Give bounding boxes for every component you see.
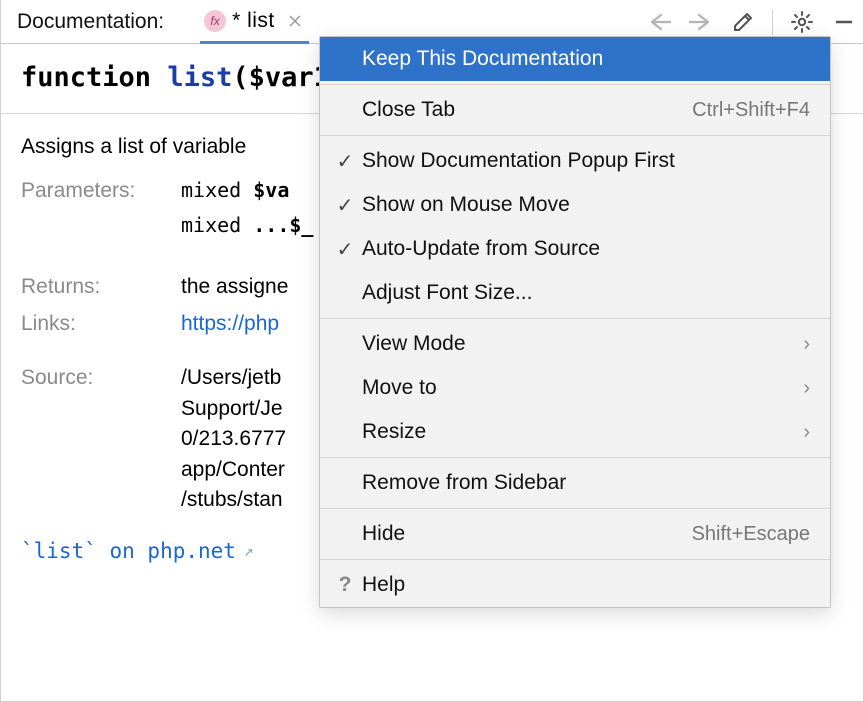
- gear-icon[interactable]: [789, 9, 815, 35]
- nav-back-icon[interactable]: [646, 9, 672, 35]
- menu-remove-sidebar[interactable]: Remove from Sidebar: [320, 461, 830, 505]
- doc-link[interactable]: https://php: [181, 312, 279, 335]
- context-menu: Keep This Documentation Close Tab Ctrl+S…: [319, 36, 831, 608]
- menu-hide[interactable]: Hide Shift+Escape: [320, 512, 830, 556]
- menu-separator: [320, 508, 830, 509]
- tab-title: * list: [232, 9, 275, 33]
- menu-keep-doc[interactable]: Keep This Documentation: [320, 37, 830, 81]
- help-icon: ?: [330, 573, 360, 597]
- source-label: Source:: [21, 363, 181, 515]
- menu-separator: [320, 84, 830, 85]
- menu-help[interactable]: ? Help: [320, 563, 830, 607]
- close-tab-icon[interactable]: [287, 13, 303, 29]
- menu-separator: [320, 457, 830, 458]
- separator: [772, 9, 773, 35]
- menu-separator: [320, 318, 830, 319]
- external-link-icon: ↗: [244, 539, 254, 562]
- params-label: Parameters:: [21, 176, 181, 240]
- menu-show-on-mouse[interactable]: ✓ Show on Mouse Move: [320, 183, 830, 227]
- nav-forward-icon[interactable]: [688, 9, 714, 35]
- chevron-right-icon: ›: [793, 421, 810, 444]
- menu-show-popup-first[interactable]: ✓ Show Documentation Popup First: [320, 139, 830, 183]
- function-icon: fx: [204, 10, 226, 32]
- links-label: Links:: [21, 309, 181, 339]
- chevron-right-icon: ›: [793, 377, 810, 400]
- header-actions: [646, 9, 857, 35]
- external-link[interactable]: `list` on php.net ↗: [21, 536, 254, 566]
- panel-title: Documentation:: [17, 10, 164, 34]
- menu-adjust-font[interactable]: Adjust Font Size...: [320, 271, 830, 315]
- menu-close-tab[interactable]: Close Tab Ctrl+Shift+F4: [320, 88, 830, 132]
- menu-resize[interactable]: Resize ›: [320, 410, 830, 454]
- menu-move-to[interactable]: Move to ›: [320, 366, 830, 410]
- edit-icon[interactable]: [730, 9, 756, 35]
- chevron-right-icon: ›: [793, 333, 810, 356]
- menu-auto-update[interactable]: ✓ Auto-Update from Source: [320, 227, 830, 271]
- menu-view-mode[interactable]: View Mode ›: [320, 322, 830, 366]
- menu-separator: [320, 135, 830, 136]
- minimize-icon[interactable]: [831, 9, 857, 35]
- menu-separator: [320, 559, 830, 560]
- documentation-panel: Documentation: fx * list: [0, 0, 864, 702]
- returns-label: Returns:: [21, 272, 181, 302]
- doc-tab[interactable]: fx * list: [200, 1, 309, 44]
